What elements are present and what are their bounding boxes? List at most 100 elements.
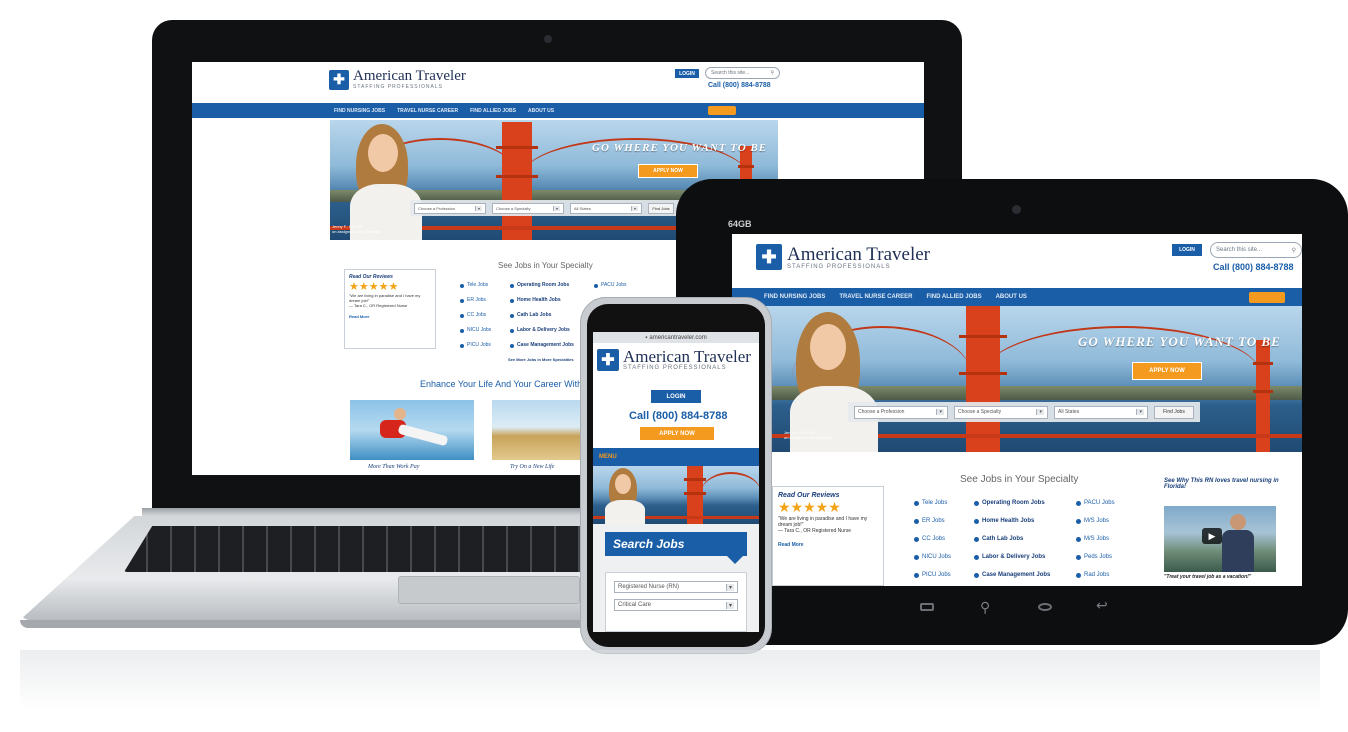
search-input[interactable]: Search this site... ⚲ (1210, 242, 1302, 258)
brand-name: American Traveler (787, 243, 930, 265)
back-icon[interactable]: ↩ (1096, 597, 1108, 614)
phone-number[interactable]: Call (800) 884-8788 (708, 82, 771, 89)
hero-apply-button[interactable]: APPLY NOW (638, 164, 698, 178)
job-link[interactable]: Home Health Jobs (974, 512, 1050, 530)
job-link[interactable]: Cath Lab Jobs (974, 530, 1050, 548)
reviews-read-more-link[interactable]: Read More (778, 542, 878, 548)
job-link[interactable]: M/S Jobs (1076, 530, 1115, 548)
find-jobs-button[interactable]: Find Jobs (1154, 405, 1194, 419)
job-link[interactable]: CC Jobs (914, 530, 951, 548)
nav-item-career[interactable]: TRAVEL NURSE CAREER (397, 108, 458, 114)
job-link[interactable]: Case Management Jobs (974, 566, 1050, 584)
job-link[interactable]: CC Jobs (460, 308, 491, 323)
job-link[interactable]: Peds Jobs (1076, 548, 1115, 566)
job-link-label: NICU Jobs (467, 327, 492, 333)
specialty-col-1: Tele Jobs ER Jobs CC Jobs NICU Jobs PICU… (460, 278, 491, 353)
nav-item-career[interactable]: TRAVEL NURSE CAREER (839, 294, 912, 300)
reviews-read-more-link[interactable]: Read More (349, 314, 431, 319)
phone-bezel: ▪ americantraveler.com ✚ American Travele… (587, 304, 765, 647)
job-link[interactable]: Operating Room Jobs (974, 494, 1050, 512)
nav-apply-button[interactable] (1248, 291, 1285, 303)
nav-item-nursing[interactable]: FIND NURSING JOBS (764, 294, 825, 300)
nav-item-nursing[interactable]: FIND NURSING JOBS (334, 108, 385, 114)
search-input[interactable]: Search this site... ⚲ (705, 67, 780, 79)
job-link[interactable]: Rad Jobs (1076, 566, 1115, 584)
apply-now-button[interactable]: APPLY NOW (639, 426, 715, 441)
job-link[interactable]: ER Jobs (460, 293, 491, 308)
job-link[interactable]: ER Jobs (914, 512, 951, 530)
find-jobs-button[interactable]: Find Jobs (648, 202, 674, 214)
search-icon[interactable]: ⚲ (1292, 247, 1296, 254)
job-link[interactable]: Operating Room Jobs (510, 278, 574, 293)
reviews-quote: "We are living in paradise and I have my… (349, 293, 421, 303)
phone-number[interactable]: Call (800) 884-8788 (1213, 262, 1294, 272)
url-bar[interactable]: ▪ americantraveler.com (593, 332, 759, 343)
search-icon[interactable]: ⚲ (770, 70, 774, 76)
search-icon[interactable]: ⚲ (980, 599, 990, 616)
tile-photo-grass (492, 400, 592, 460)
login-button[interactable]: LOGIN (675, 69, 699, 78)
profession-select[interactable]: Registered Nurse (RN) ▾ (614, 581, 738, 593)
job-link[interactable]: Labor & Delivery Jobs (974, 548, 1050, 566)
tile-caption-1: More Than Work Pay (368, 464, 420, 470)
tile-photo-beach (350, 400, 474, 460)
video-thumbnail[interactable]: ▶ (1164, 506, 1276, 572)
job-link[interactable]: Labor & Delivery Jobs (510, 323, 574, 338)
tablet-logo[interactable]: ✚ American Traveler STAFFING PROFESSIONA… (756, 244, 930, 270)
job-link[interactable]: Case Management Jobs (510, 338, 574, 353)
job-link[interactable]: PICU Jobs (914, 566, 951, 584)
nav-apply-button[interactable] (708, 106, 737, 115)
search-jobs-form: Registered Nurse (RN) ▾ Critical Care ▾ (605, 572, 747, 632)
specialty-select[interactable]: Choose a Specialty ▾ (954, 405, 1048, 419)
login-button[interactable]: LOGIN (651, 390, 701, 403)
phone-logo[interactable]: ✚ American Traveler STAFFING PROFESSIONA… (597, 348, 751, 371)
job-link[interactable]: Cath Lab Jobs (510, 308, 574, 323)
search-jobs-panel: Search Jobs Registered Nurse (RN) ▾ Criti… (593, 524, 759, 632)
home-icon[interactable] (1038, 603, 1052, 611)
job-link[interactable]: Tele Jobs (460, 278, 491, 293)
state-select[interactable]: All States ▾ (1054, 405, 1148, 419)
laptop-trackpad[interactable] (398, 576, 580, 604)
profession-select-value: Choose a Profession (858, 409, 905, 415)
job-link-label: M/S Jobs (1084, 518, 1110, 524)
nav-item-allied[interactable]: FIND ALLIED JOBS (470, 108, 516, 114)
job-link-label: Home Health Jobs (517, 297, 561, 303)
login-button[interactable]: LOGIN (1172, 244, 1202, 256)
brand-name: American Traveler (623, 347, 751, 366)
hero-banner (593, 466, 759, 524)
phone-number[interactable]: Call (800) 884-8788 (629, 410, 727, 422)
job-link[interactable]: Home Health Jobs (510, 293, 574, 308)
job-link-label: PACU Jobs (601, 282, 627, 288)
job-link[interactable]: PACU Jobs (594, 278, 626, 293)
bridge-cable (701, 472, 759, 514)
specialty-select[interactable]: Critical Care ▾ (614, 599, 738, 611)
chevron-down-icon: ▾ (630, 205, 638, 211)
play-icon[interactable]: ▶ (1202, 528, 1222, 544)
job-link[interactable]: PACU Jobs (1076, 494, 1115, 512)
job-link-label: ER Jobs (467, 297, 486, 303)
state-select[interactable]: All States ▾ (570, 202, 642, 214)
profession-select[interactable]: Choose a Profession ▾ (414, 202, 486, 214)
hero-headline: GO WHERE YOU WANT TO BE (592, 142, 768, 154)
specialty-select[interactable]: Choose a Specialty ▾ (492, 202, 564, 214)
tablet-storage-label: 64GB (728, 219, 752, 229)
nav-item-about[interactable]: ABOUT US (996, 294, 1027, 300)
nav-item-allied[interactable]: FIND ALLIED JOBS (926, 294, 981, 300)
nav-item-about[interactable]: ABOUT US (528, 108, 554, 114)
chevron-down-icon: ▾ (1136, 409, 1144, 415)
video-title: See Why This RN loves travel nursing in … (1164, 478, 1279, 490)
job-link[interactable]: PICU Jobs (460, 338, 491, 353)
job-link[interactable]: NICU Jobs (914, 548, 951, 566)
job-link[interactable]: M/S Jobs (1076, 512, 1115, 530)
profession-select[interactable]: Choose a Profession ▾ (854, 405, 948, 419)
job-link[interactable]: Tele Jobs (914, 494, 951, 512)
brand-tagline: STAFFING PROFESSIONALS (353, 84, 443, 90)
more-specialties-link[interactable]: See More Jobs in More Specialties (508, 357, 574, 362)
job-link[interactable]: NICU Jobs (460, 323, 491, 338)
recent-apps-icon[interactable] (920, 603, 934, 611)
reviews-author: — Tara C., OR Registered Nurse (778, 528, 851, 534)
laptop-logo[interactable]: ✚ American Traveler STAFFING PROFESSIONA… (329, 69, 466, 90)
hero-apply-button[interactable]: APPLY NOW (1132, 362, 1202, 380)
logo-cross-icon: ✚ (329, 69, 349, 90)
menu-bar[interactable]: MENU (593, 448, 759, 466)
